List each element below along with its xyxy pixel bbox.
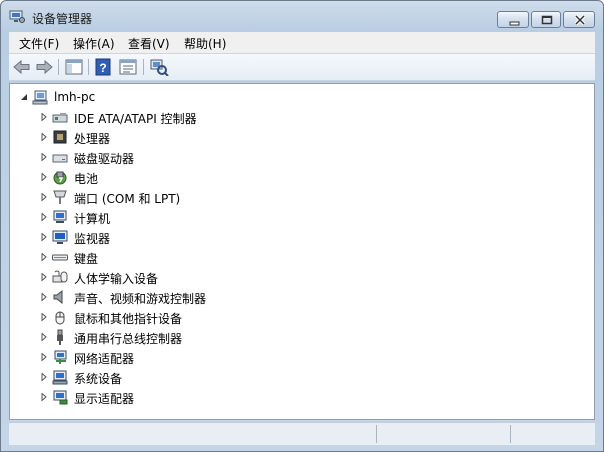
expand-arrow-icon[interactable]	[40, 313, 48, 321]
expand-arrow-icon[interactable]	[40, 173, 48, 181]
tree-root-label: lmh-pc	[54, 90, 96, 104]
tree-item-label: 电池	[74, 172, 99, 186]
computer-icon	[32, 90, 48, 105]
tree-item-sound[interactable]: 声音、视频和游戏控制器	[10, 287, 590, 307]
minimize-icon	[509, 21, 520, 26]
maximize-icon	[541, 15, 553, 25]
device-manager-app-icon	[9, 10, 25, 23]
expand-arrow-icon[interactable]	[40, 273, 48, 281]
hid-icon	[52, 270, 68, 283]
help-icon[interactable]: ?	[93, 58, 113, 76]
expand-arrow-icon[interactable]	[40, 213, 48, 221]
tree-item-battery[interactable]: 电池	[10, 167, 590, 187]
menu-file[interactable]: 文件(F)	[19, 35, 59, 52]
tree-item-label: 声音、视频和游戏控制器	[74, 292, 207, 306]
tree-item-label: 网络适配器	[74, 352, 135, 366]
tree-item-label: 计算机	[74, 212, 111, 226]
keyboard-icon	[52, 254, 68, 261]
sound-icon	[53, 289, 63, 305]
back-icon[interactable]	[12, 58, 32, 76]
expand-arrow-icon[interactable]	[40, 373, 48, 381]
tree-item-keyboard[interactable]: 键盘	[10, 247, 590, 267]
menu-bar: 文件(F) 操作(A) 查看(V) 帮助(H)	[9, 32, 595, 54]
forward-icon[interactable]	[34, 58, 54, 76]
expand-arrow-icon[interactable]	[40, 233, 48, 241]
expand-arrow-icon[interactable]	[40, 393, 48, 401]
ide-controller-icon	[52, 113, 68, 123]
expand-arrow-icon[interactable]	[40, 193, 48, 201]
port-icon	[53, 190, 67, 204]
tree-item-label: 磁盘驱动器	[74, 152, 135, 166]
battery-icon	[53, 171, 67, 185]
tree-item-label: 系统设备	[74, 372, 123, 386]
mouse-icon	[55, 311, 65, 325]
tree-item-label: 监视器	[74, 232, 111, 246]
menu-view[interactable]: 查看(V)	[128, 35, 170, 52]
computer-icon	[53, 210, 67, 223]
system-device-icon	[52, 370, 68, 385]
tree-item-port[interactable]: 端口 (COM 和 LPT)	[10, 187, 590, 207]
expand-arrow-icon[interactable]	[40, 333, 48, 341]
expand-arrow-icon[interactable]	[40, 133, 48, 141]
display-adapter-icon	[53, 390, 68, 405]
minimize-button[interactable]	[497, 11, 529, 28]
window-title: 设备管理器	[32, 12, 93, 26]
tree-item-label: 人体学输入设备	[74, 272, 159, 286]
tree-item-label: 显示适配器	[74, 392, 135, 406]
expand-arrow-icon[interactable]	[40, 253, 48, 261]
close-button[interactable]	[563, 11, 595, 28]
tree-item-label: 端口 (COM 和 LPT)	[74, 192, 181, 206]
tree-item-label: 鼠标和其他指针设备	[74, 312, 183, 326]
menu-action[interactable]: 操作(A)	[73, 35, 115, 52]
svg-text:?: ?	[99, 61, 106, 75]
properties-icon[interactable]	[118, 58, 138, 76]
menu-help[interactable]: 帮助(H)	[184, 35, 226, 52]
maximize-button[interactable]	[531, 11, 561, 28]
tree-item-label: 通用串行总线控制器	[74, 332, 183, 346]
tree-item-display-adapter[interactable]: 显示适配器	[10, 387, 590, 407]
network-adapter-icon	[54, 350, 67, 364]
tree-item-monitor[interactable]: 监视器	[10, 227, 590, 247]
close-icon	[574, 14, 586, 26]
tree-item-disk-drive[interactable]: 磁盘驱动器	[10, 147, 590, 167]
tree-item-system-device[interactable]: 系统设备	[10, 367, 590, 387]
usb-icon	[57, 329, 63, 345]
title-bar[interactable]: 设备管理器	[1, 1, 603, 32]
collapse-arrow-icon[interactable]	[20, 93, 28, 101]
processor-icon	[53, 130, 67, 144]
tree-item-hid[interactable]: 人体学输入设备	[10, 267, 590, 287]
tree-item-label: IDE ATA/ATAPI 控制器	[74, 112, 197, 126]
tree-root[interactable]: lmh-pc	[10, 87, 590, 107]
scan-hardware-icon[interactable]	[149, 58, 169, 76]
device-manager-window: 设备管理器 文件(F) 操作(A) 查看(V) 帮助(H) ? lmh-pc I…	[0, 0, 604, 452]
expand-arrow-icon[interactable]	[40, 353, 48, 361]
device-tree[interactable]: lmh-pc IDE ATA/ATAPI 控制器 处理器 磁盘驱动器 电池 端口…	[9, 83, 595, 420]
toolbar: ?	[9, 54, 595, 81]
monitor-icon	[52, 230, 68, 244]
tree-item-ide-controller[interactable]: IDE ATA/ATAPI 控制器	[10, 107, 590, 127]
tree-item-computer[interactable]: 计算机	[10, 207, 590, 227]
tree-item-label: 处理器	[74, 132, 111, 146]
disk-drive-icon	[52, 154, 68, 163]
tree-item-processor[interactable]: 处理器	[10, 127, 590, 147]
status-bar	[9, 422, 595, 445]
tree-item-usb[interactable]: 通用串行总线控制器	[10, 327, 590, 347]
expand-arrow-icon[interactable]	[40, 113, 48, 121]
show-hide-console-tree-icon[interactable]	[64, 58, 84, 76]
tree-item-label: 键盘	[74, 252, 99, 266]
expand-arrow-icon[interactable]	[40, 153, 48, 161]
tree-item-mouse[interactable]: 鼠标和其他指针设备	[10, 307, 590, 327]
tree-item-network-adapter[interactable]: 网络适配器	[10, 347, 590, 367]
expand-arrow-icon[interactable]	[40, 293, 48, 301]
